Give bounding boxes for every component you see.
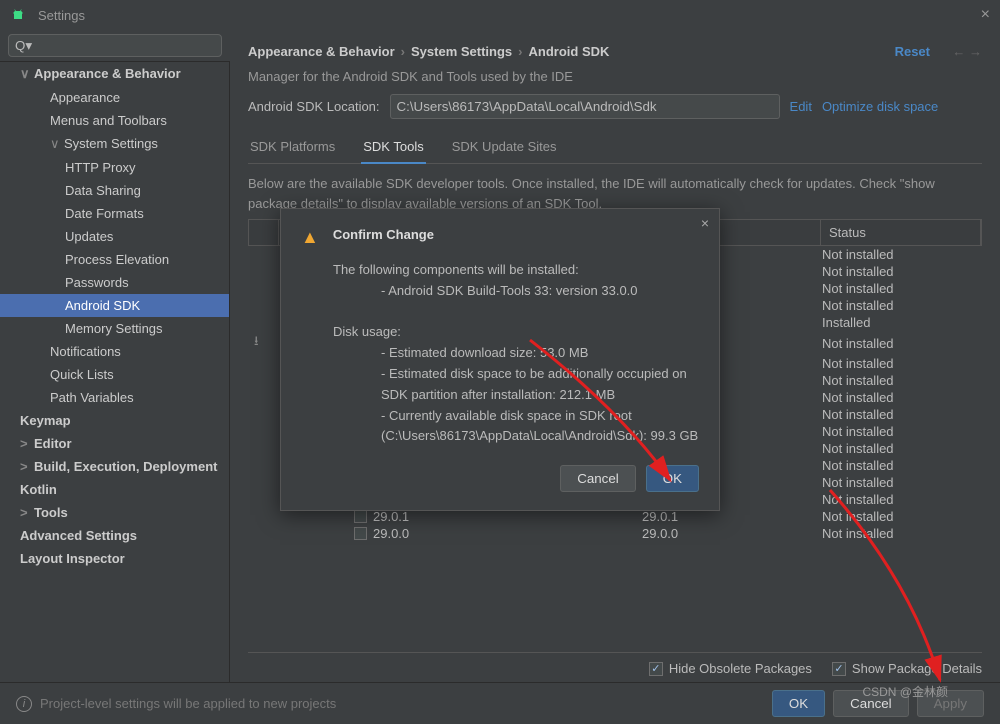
warning-icon: ▲ bbox=[301, 227, 319, 248]
sidebar-item[interactable]: Passwords bbox=[0, 271, 229, 294]
search-input[interactable] bbox=[8, 34, 222, 57]
tab-sdk-update-sites[interactable]: SDK Update Sites bbox=[450, 133, 559, 163]
tab-sdk-tools[interactable]: SDK Tools bbox=[361, 133, 425, 164]
tabs: SDK Platforms SDK Tools SDK Update Sites bbox=[248, 133, 982, 164]
watermark: CSDN @金林颜 bbox=[862, 683, 948, 700]
sidebar-item[interactable]: Updates bbox=[0, 225, 229, 248]
confirm-dialog: × ▲ Confirm Change The following compone… bbox=[280, 208, 720, 511]
ok-button[interactable]: OK bbox=[772, 690, 825, 717]
close-icon[interactable]: × bbox=[981, 6, 990, 24]
sidebar-item[interactable]: Date Formats bbox=[0, 202, 229, 225]
bottom-hint: Project-level settings will be applied t… bbox=[40, 696, 764, 711]
sidebar-item[interactable]: >Tools bbox=[0, 501, 229, 524]
sidebar-item[interactable]: Layout Inspector bbox=[0, 547, 229, 570]
sidebar-item[interactable]: Appearance bbox=[0, 86, 229, 109]
tab-sdk-platforms[interactable]: SDK Platforms bbox=[248, 133, 337, 163]
reset-link[interactable]: Reset bbox=[895, 44, 930, 59]
sidebar-item[interactable]: Path Variables bbox=[0, 386, 229, 409]
sidebar-item[interactable]: Android SDK bbox=[0, 294, 229, 317]
sidebar-item[interactable]: Menus and Toolbars bbox=[0, 109, 229, 132]
sidebar-item[interactable]: Memory Settings bbox=[0, 317, 229, 340]
sidebar-item[interactable]: Process Elevation bbox=[0, 248, 229, 271]
dialog-title: Confirm Change bbox=[333, 227, 434, 248]
dialog-close-icon[interactable]: × bbox=[701, 215, 709, 231]
sidebar-item[interactable]: >Build, Execution, Deployment bbox=[0, 455, 229, 478]
sdk-location-label: Android SDK Location: bbox=[248, 99, 380, 114]
sidebar-item[interactable]: ∨Appearance & Behavior bbox=[0, 62, 229, 86]
page-desc: Manager for the Android SDK and Tools us… bbox=[248, 69, 982, 84]
sdk-location-input[interactable] bbox=[390, 94, 780, 119]
android-logo-icon bbox=[10, 7, 26, 23]
sidebar: ∨Appearance & BehaviorAppearanceMenus an… bbox=[0, 62, 230, 682]
download-icon: ⭳ bbox=[254, 333, 259, 348]
sidebar-item[interactable]: >Editor bbox=[0, 432, 229, 455]
sidebar-item[interactable]: HTTP Proxy bbox=[0, 156, 229, 179]
dialog-ok-button[interactable]: OK bbox=[646, 465, 699, 492]
table-row[interactable]: 29.0.029.0.0Not installed bbox=[248, 525, 982, 542]
window-title: Settings bbox=[38, 8, 85, 23]
optimize-link[interactable]: Optimize disk space bbox=[822, 99, 938, 114]
hide-obsolete-checkbox[interactable]: ✓Hide Obsolete Packages bbox=[649, 661, 812, 676]
edit-link[interactable]: Edit bbox=[790, 99, 812, 114]
nav-arrows[interactable]: ← → bbox=[952, 44, 982, 59]
titlebar: Settings × bbox=[0, 0, 1000, 30]
info-icon: i bbox=[16, 696, 32, 712]
dialog-cancel-button[interactable]: Cancel bbox=[560, 465, 636, 492]
sidebar-item[interactable]: ∨System Settings bbox=[0, 132, 229, 156]
row-checkbox[interactable] bbox=[354, 527, 367, 540]
sidebar-item[interactable]: Advanced Settings bbox=[0, 524, 229, 547]
show-details-checkbox[interactable]: ✓Show Package Details bbox=[832, 661, 982, 676]
sidebar-item[interactable]: Notifications bbox=[0, 340, 229, 363]
breadcrumb: Appearance & Behavior›System Settings›An… bbox=[248, 44, 982, 59]
sidebar-item[interactable]: Quick Lists bbox=[0, 363, 229, 386]
sidebar-item[interactable]: Data Sharing bbox=[0, 179, 229, 202]
sidebar-item[interactable]: Keymap bbox=[0, 409, 229, 432]
sidebar-item[interactable]: Kotlin bbox=[0, 478, 229, 501]
row-checkbox[interactable] bbox=[354, 510, 367, 523]
